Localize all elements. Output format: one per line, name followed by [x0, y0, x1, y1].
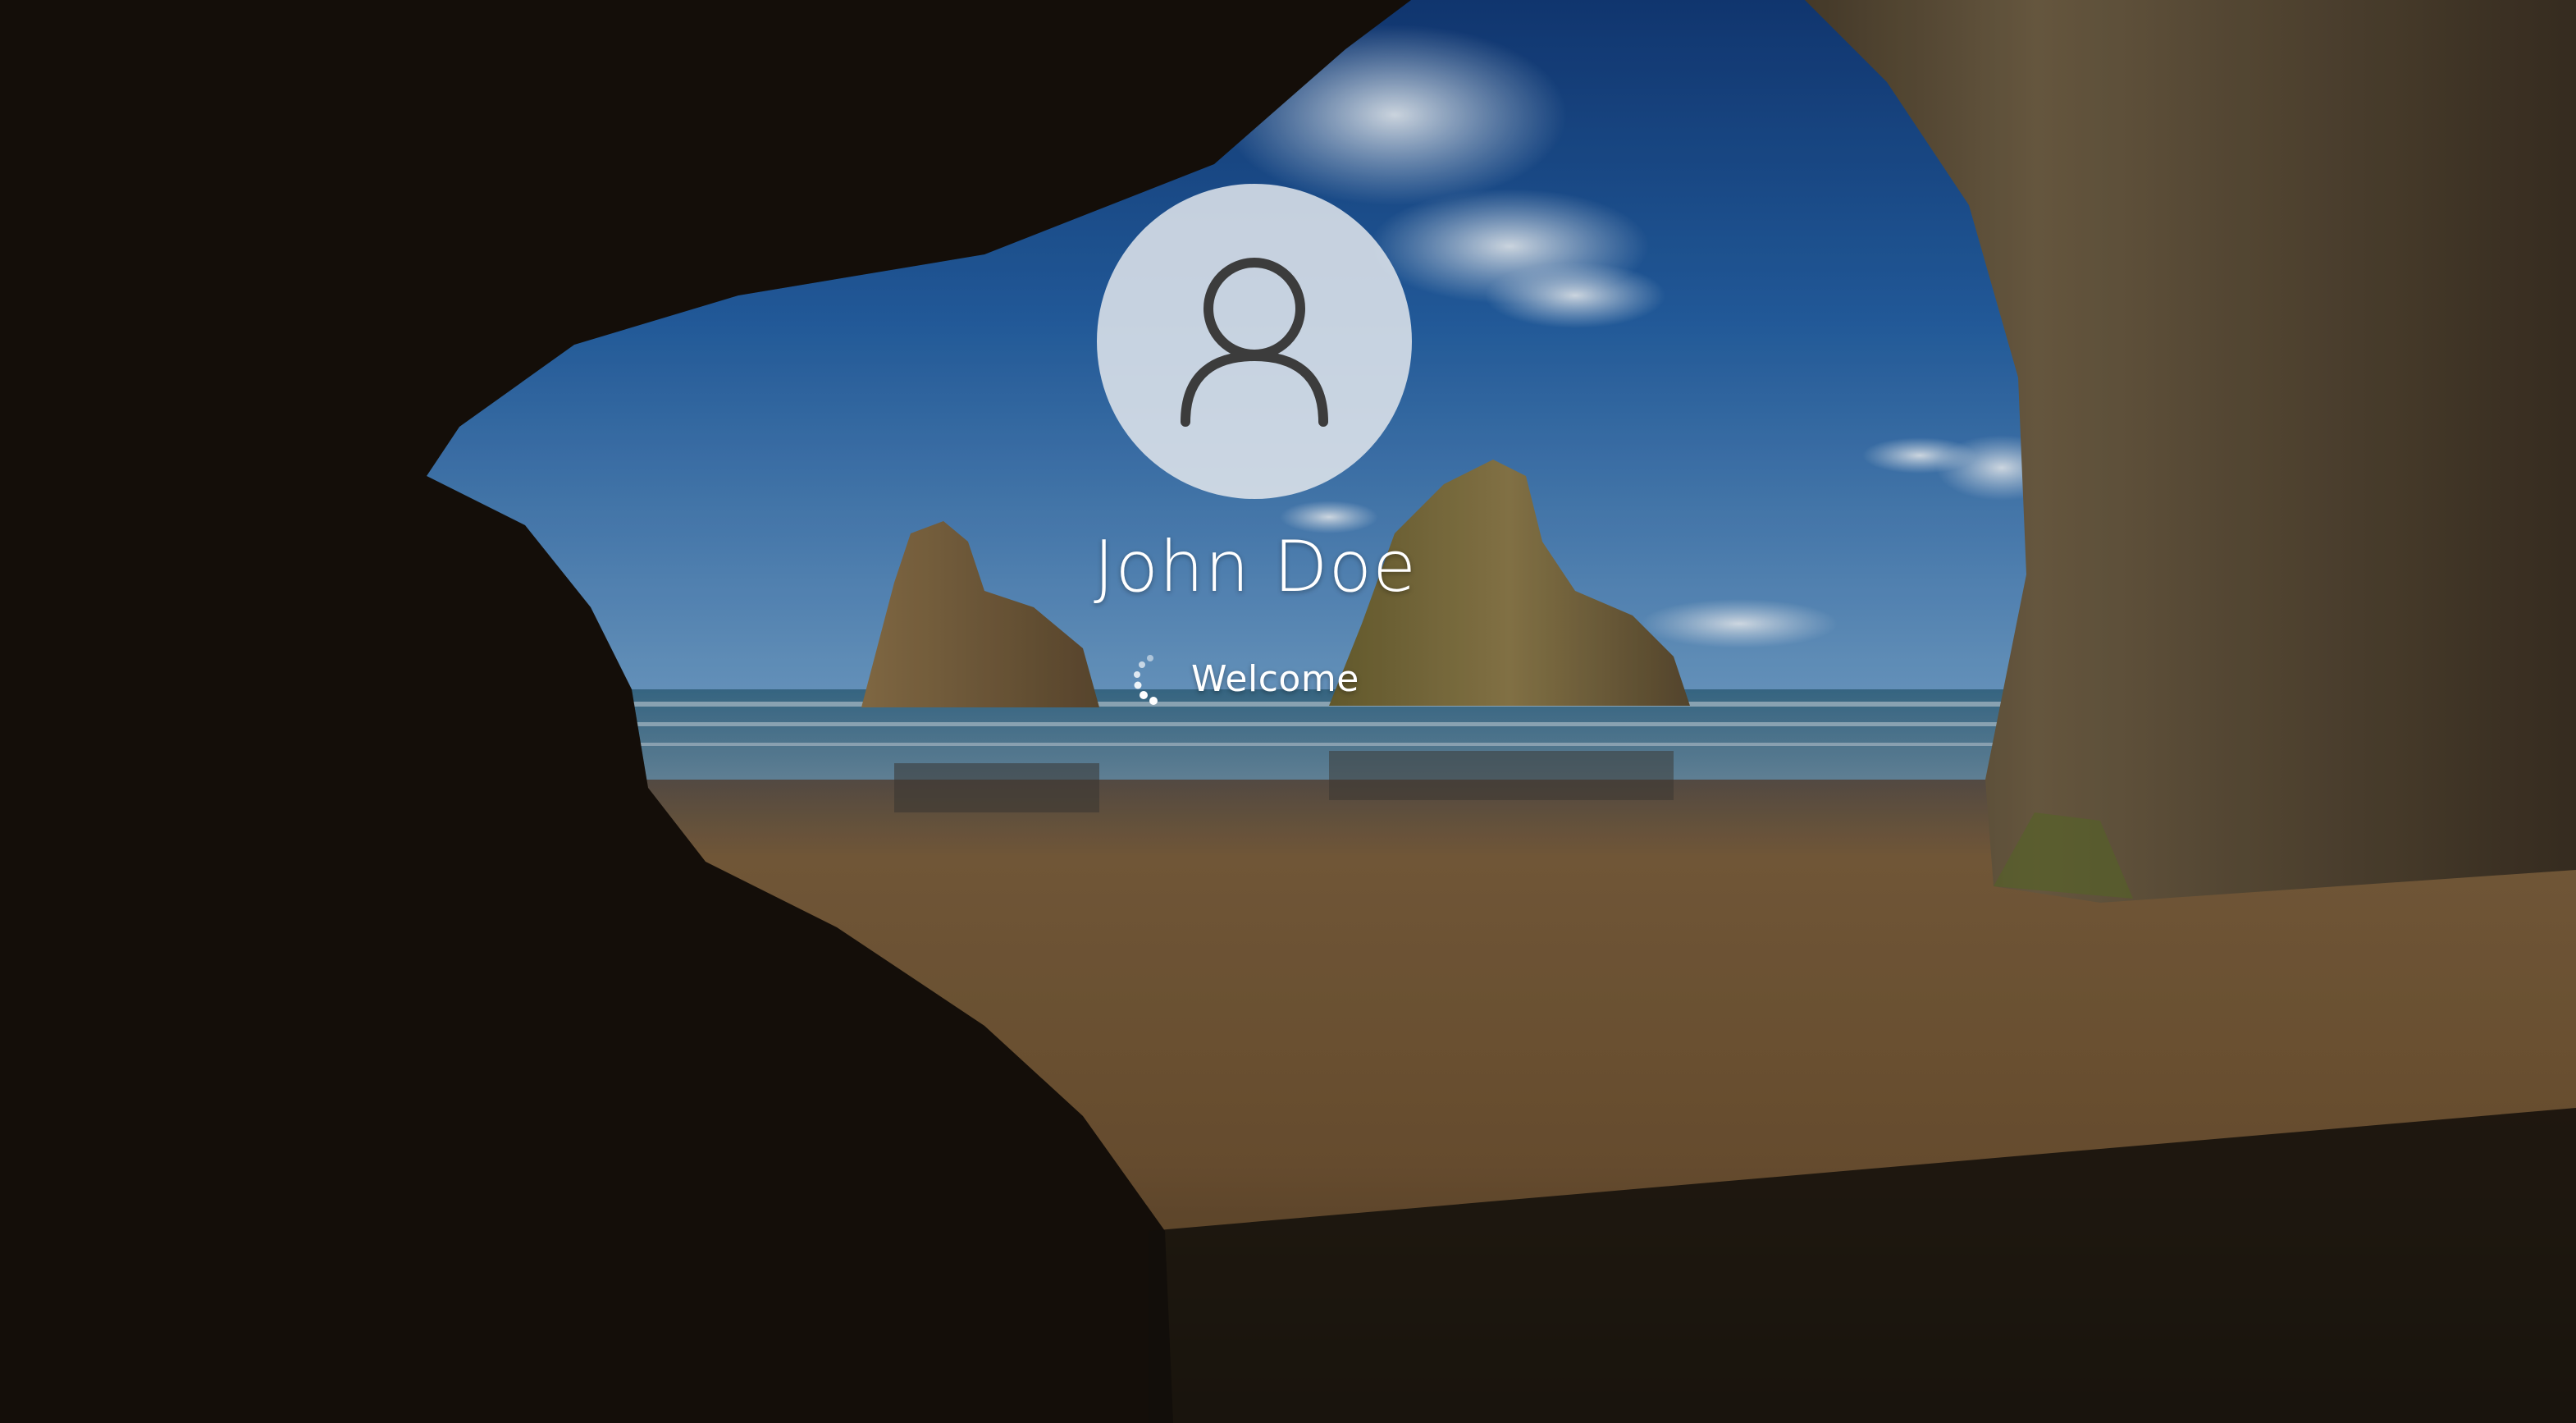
loading-spinner-icon — [1134, 655, 1158, 705]
lock-screen: John Doe Welcome — [0, 0, 2576, 1423]
user-avatar — [1097, 184, 1412, 499]
sign-in-status: Welcome — [1124, 650, 1359, 707]
user-icon — [1181, 258, 1328, 427]
user-name: John Doe — [1093, 526, 1418, 608]
welcome-text: Welcome — [1191, 657, 1359, 700]
